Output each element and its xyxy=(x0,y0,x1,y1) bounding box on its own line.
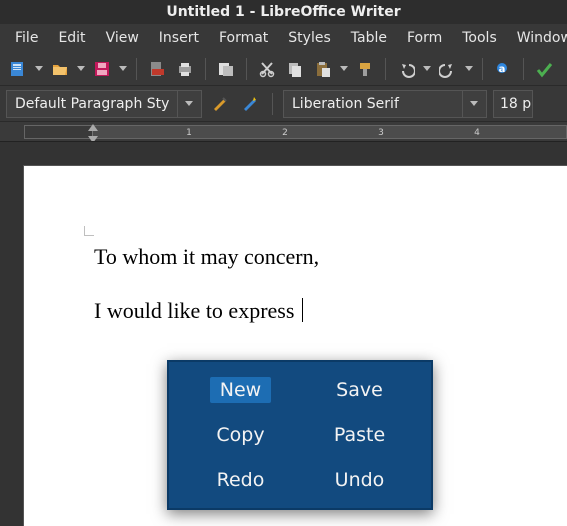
text-cursor xyxy=(302,298,303,322)
menu-insert[interactable]: Insert xyxy=(150,26,208,50)
ruler-num: 1 xyxy=(186,128,192,138)
undo-dropdown[interactable] xyxy=(422,57,432,81)
menu-form[interactable]: Form xyxy=(398,26,451,50)
document-line[interactable]: To whom it may concern, xyxy=(94,244,319,270)
menu-styles[interactable]: Styles xyxy=(279,26,339,50)
find-replace-icon[interactable]: a xyxy=(491,57,515,81)
font-name-dropdown[interactable] xyxy=(462,91,484,117)
window-title: Untitled 1 - LibreOffice Writer xyxy=(166,4,400,20)
toolbar-separator xyxy=(136,58,137,80)
open-icon[interactable] xyxy=(48,57,72,81)
menu-file[interactable]: File xyxy=(6,26,47,50)
toggle-print-preview-icon[interactable] xyxy=(214,57,238,81)
paragraph-style-dropdown[interactable] xyxy=(177,91,199,117)
paste-dropdown[interactable] xyxy=(339,57,349,81)
toolbar-separator xyxy=(482,58,483,80)
spellcheck-icon[interactable] xyxy=(532,57,556,81)
cut-icon[interactable] xyxy=(255,57,279,81)
main-toolbar: a xyxy=(0,52,567,86)
update-style-icon[interactable] xyxy=(208,92,232,116)
horizontal-ruler[interactable]: 1 2 3 4 5 xyxy=(0,122,567,142)
page-margin-mark xyxy=(84,226,94,236)
overlay-copy[interactable]: Copy xyxy=(181,415,300,456)
overlay-undo[interactable]: Undo xyxy=(300,459,419,500)
redo-icon[interactable] xyxy=(436,57,460,81)
toolbar-separator xyxy=(523,58,524,80)
font-size-combo[interactable]: 18 p xyxy=(493,90,533,118)
menu-view[interactable]: View xyxy=(97,26,148,50)
font-size-value: 18 p xyxy=(494,96,532,112)
svg-text:a: a xyxy=(499,64,506,75)
copy-icon[interactable] xyxy=(283,57,307,81)
menu-window[interactable]: Window xyxy=(508,26,567,50)
document-line[interactable]: I would like to express xyxy=(94,298,303,324)
save-icon[interactable] xyxy=(90,57,114,81)
overlay-new[interactable]: New xyxy=(181,370,300,411)
ruler-num: 3 xyxy=(378,128,384,138)
font-name-combo[interactable]: Liberation Serif xyxy=(283,90,487,118)
clone-formatting-icon[interactable] xyxy=(353,57,377,81)
open-dropdown[interactable] xyxy=(76,57,86,81)
menu-tools[interactable]: Tools xyxy=(453,26,506,50)
formatting-toolbar: Default Paragraph Sty Liberation Serif 1… xyxy=(0,86,567,122)
toolbar-separator xyxy=(385,58,386,80)
toolbar-separator xyxy=(272,93,273,115)
undo-icon[interactable] xyxy=(394,57,418,81)
menu-edit[interactable]: Edit xyxy=(49,26,94,50)
overlay-redo[interactable]: Redo xyxy=(181,459,300,500)
ruler-num: 4 xyxy=(474,128,480,138)
toolbar-separator xyxy=(205,58,206,80)
print-icon[interactable] xyxy=(173,57,197,81)
title-bar: Untitled 1 - LibreOffice Writer xyxy=(0,0,567,24)
font-name-value: Liberation Serif xyxy=(284,96,462,112)
document-line-text: I would like to express xyxy=(94,298,300,323)
paste-icon[interactable] xyxy=(311,57,335,81)
overlay-paste[interactable]: Paste xyxy=(300,415,419,456)
overlay-save[interactable]: Save xyxy=(300,370,419,411)
paragraph-style-combo[interactable]: Default Paragraph Sty xyxy=(6,90,202,118)
new-doc-icon[interactable] xyxy=(6,57,30,81)
new-doc-dropdown[interactable] xyxy=(34,57,44,81)
menu-format[interactable]: Format xyxy=(210,26,277,50)
toolbar-separator xyxy=(246,58,247,80)
paragraph-style-value: Default Paragraph Sty xyxy=(7,96,177,112)
export-pdf-icon[interactable] xyxy=(145,57,169,81)
save-dropdown[interactable] xyxy=(118,57,128,81)
menu-table[interactable]: Table xyxy=(342,26,396,50)
menu-bar: File Edit View Insert Format Styles Tabl… xyxy=(0,24,567,52)
new-style-icon[interactable] xyxy=(238,92,262,116)
redo-dropdown[interactable] xyxy=(464,57,474,81)
command-overlay: New Save Copy Paste Redo Undo xyxy=(167,360,433,510)
ruler-num: 2 xyxy=(282,128,288,138)
